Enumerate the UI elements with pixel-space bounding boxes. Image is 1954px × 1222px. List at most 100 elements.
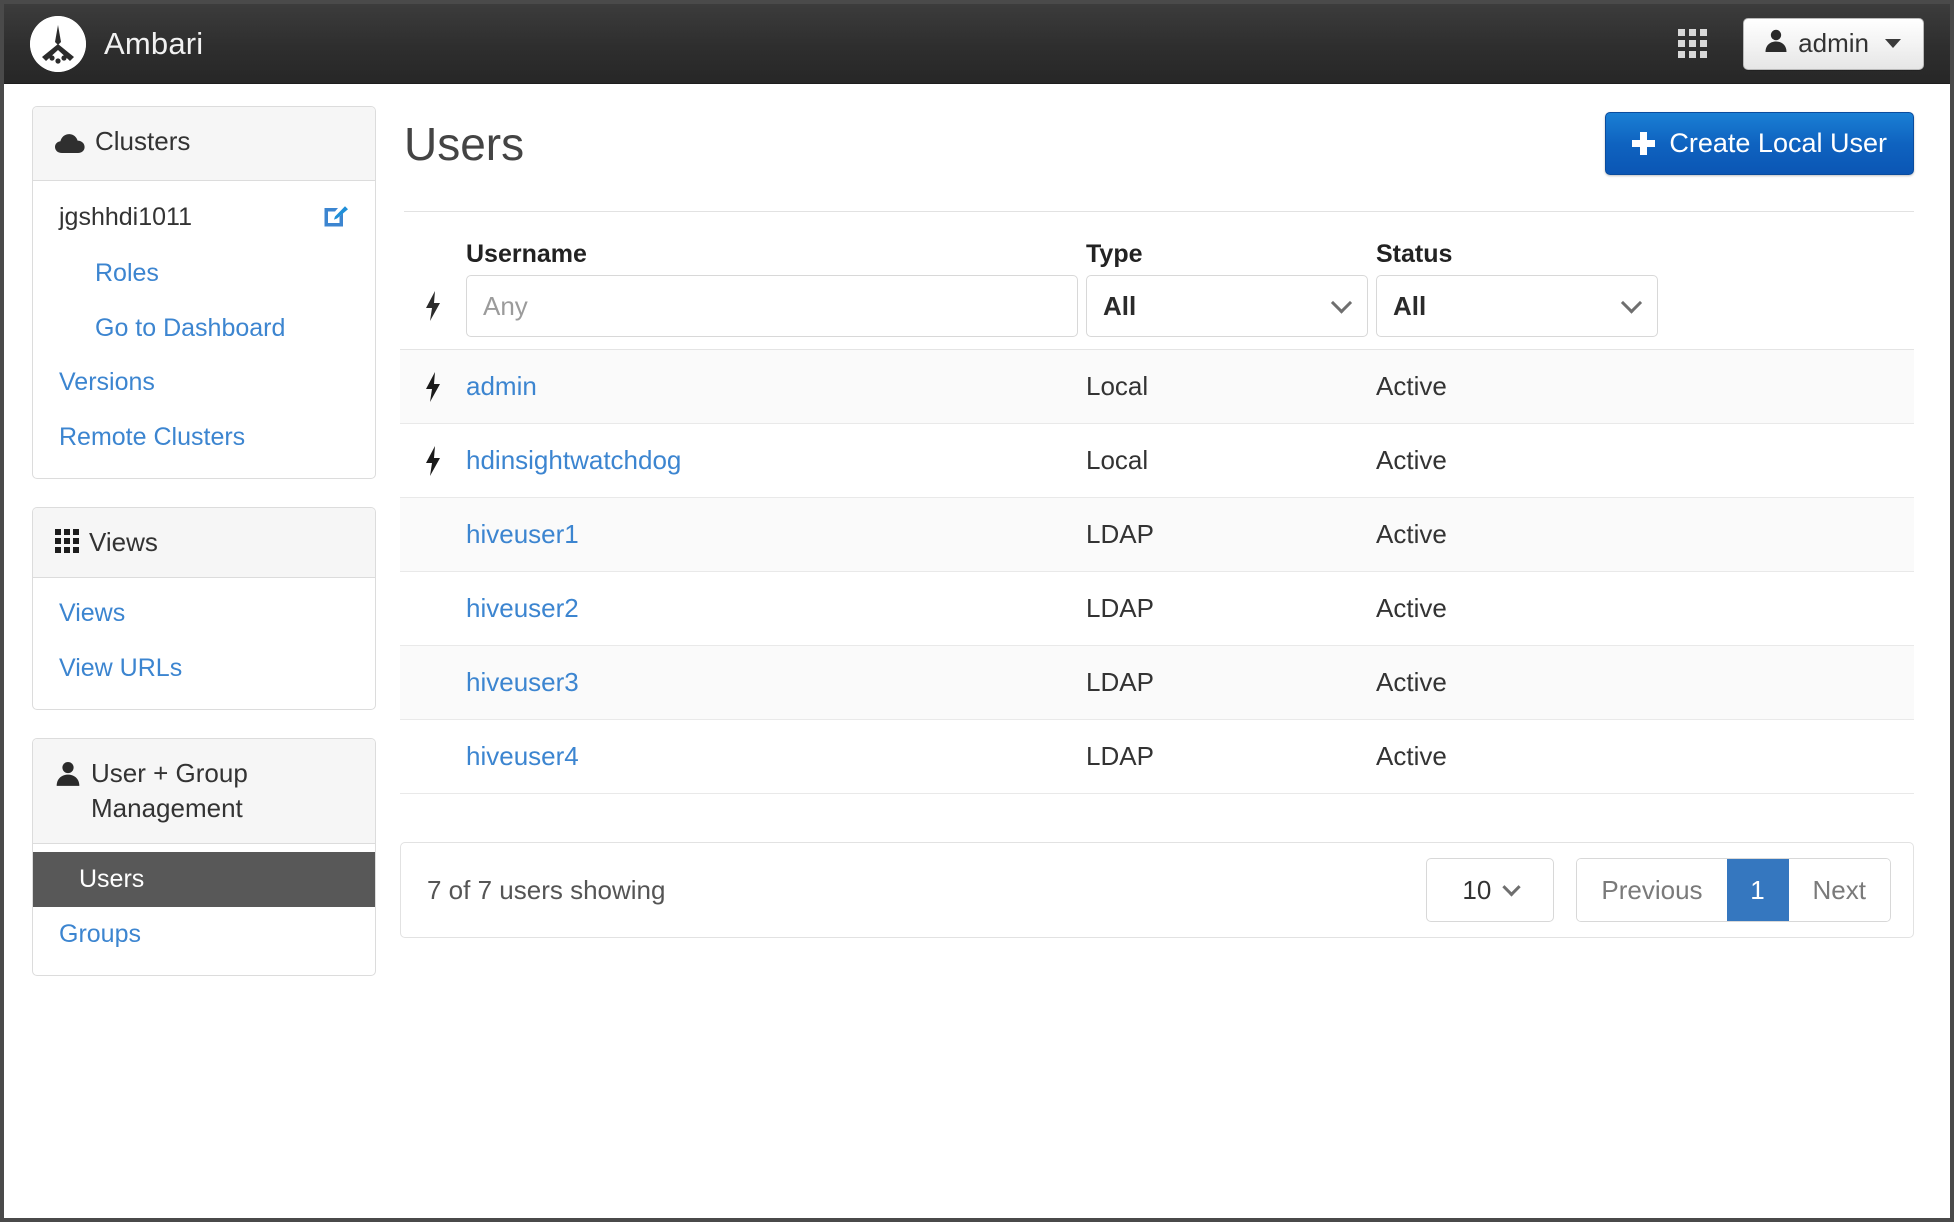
- users-table-head: Username Type Status Any All All: [400, 216, 1914, 350]
- sidebar-item-roles[interactable]: Roles: [33, 246, 375, 301]
- user-menu-button[interactable]: admin: [1743, 17, 1924, 70]
- row-username-cell: hiveuser4: [466, 720, 1086, 794]
- row-flash-cell: [400, 498, 466, 572]
- status-filter-select[interactable]: All: [1376, 275, 1658, 337]
- panel-title-user-group-management: User + Group Management: [91, 758, 248, 824]
- pagination-controls: 10 Previous 1 Next: [1426, 858, 1891, 922]
- sidebar-item-view-urls[interactable]: View URLs: [33, 641, 375, 696]
- row-type-cell: LDAP: [1086, 593, 1154, 623]
- previous-page-button[interactable]: Previous: [1577, 859, 1727, 921]
- panel-title-clusters: Clusters: [95, 126, 191, 156]
- edit-pencil-icon[interactable]: [321, 200, 351, 235]
- page-size-value: 10: [1462, 874, 1492, 905]
- row-flash-cell: [400, 720, 466, 794]
- sidebar-panel-user-group-management: User + Group Management Users Groups: [32, 738, 376, 977]
- row-status-cell: Active: [1376, 667, 1447, 697]
- row-flash-cell: [400, 572, 466, 646]
- panel-body-user-group-management: Users Groups: [33, 844, 375, 975]
- results-count-text: 7 of 7 users showing: [427, 874, 666, 905]
- user-icon: [1764, 28, 1788, 60]
- plus-icon: [1632, 132, 1656, 155]
- filter-type-cell: All: [1086, 275, 1376, 350]
- username-link[interactable]: hdinsightwatchdog: [466, 445, 681, 475]
- row-status-cell: Active: [1376, 371, 1447, 401]
- username-link[interactable]: hiveuser4: [466, 741, 579, 771]
- sidebar-panel-clusters: Clusters jgshhdi1011 Roles Go to Dashboa…: [32, 106, 376, 480]
- sidebar-item-views[interactable]: Views: [33, 586, 375, 641]
- column-header-type: Type: [1086, 240, 1143, 268]
- flash-icon: [426, 291, 440, 321]
- users-table-body: admin Local Active hdinsightwatchdog Loc…: [400, 349, 1914, 794]
- main-content: Users Create Local User Username Type St: [400, 106, 1928, 938]
- row-type-cell: LDAP: [1086, 741, 1154, 771]
- column-header-flash: [400, 216, 466, 275]
- column-header-status: Status: [1376, 240, 1453, 268]
- chevron-down-icon: [1502, 877, 1522, 896]
- column-header-username: Username: [466, 240, 587, 268]
- username-link[interactable]: admin: [466, 371, 537, 401]
- row-username-cell: admin: [466, 350, 1086, 424]
- row-flash-cell: [400, 424, 466, 498]
- panel-title-views: Views: [89, 527, 158, 558]
- row-username-cell: hiveuser2: [466, 572, 1086, 646]
- flash-icon: [426, 445, 440, 476]
- table-row[interactable]: hiveuser1 LDAP Active: [400, 497, 1914, 572]
- row-status-cell: Active: [1376, 593, 1447, 623]
- table-row[interactable]: admin Local Active: [400, 349, 1914, 424]
- column-header-row: Username Type Status: [400, 216, 1914, 275]
- ambari-logo-icon: [30, 15, 86, 72]
- sidebar-panel-views: Views Views View URLs: [32, 507, 376, 711]
- top-navbar: Ambari admin: [4, 4, 1950, 84]
- cloud-icon: [55, 128, 85, 163]
- views-grid-icon: [55, 529, 79, 554]
- panel-header-views: Views: [33, 508, 375, 579]
- screenshot-frame: Ambari admin Clusters jgshhdi1011 Roles …: [0, 0, 1954, 1222]
- sidebar-item-versions[interactable]: Versions: [33, 355, 375, 410]
- table-row[interactable]: hiveuser3 LDAP Active: [400, 645, 1914, 720]
- row-type-cell: LDAP: [1086, 519, 1154, 549]
- page-title: Users: [404, 117, 525, 170]
- page-body: Clusters jgshhdi1011 Roles Go to Dashboa…: [4, 84, 1950, 1218]
- user-icon: [55, 760, 81, 796]
- sidebar-item-remote-clusters[interactable]: Remote Clusters: [33, 410, 375, 465]
- filter-status-cell: All: [1376, 275, 1914, 350]
- header-divider: [404, 211, 1914, 212]
- type-filter-select[interactable]: All: [1086, 275, 1368, 337]
- username-link[interactable]: hiveuser3: [466, 667, 579, 697]
- table-row[interactable]: hiveuser4 LDAP Active: [400, 720, 1914, 794]
- search-input[interactable]: [466, 275, 1078, 337]
- users-table: Username Type Status Any All All admin L…: [400, 216, 1914, 794]
- panel-header-clusters: Clusters: [33, 107, 375, 182]
- username-link[interactable]: hiveuser2: [466, 593, 579, 623]
- row-type-cell: Local: [1086, 371, 1149, 401]
- caret-down-icon: [1885, 39, 1901, 48]
- next-page-button[interactable]: Next: [1788, 859, 1890, 921]
- row-status-cell: Active: [1376, 519, 1447, 549]
- sidebar-item-groups[interactable]: Groups: [33, 907, 375, 962]
- row-status-cell: Active: [1376, 445, 1447, 475]
- cluster-row: jgshhdi1011: [33, 189, 375, 246]
- row-flash-cell: [400, 350, 466, 424]
- panel-header-user-group-management: User + Group Management: [33, 739, 375, 845]
- sidebar-item-users[interactable]: Users: [33, 852, 375, 907]
- sidebar-item-go-to-dashboard[interactable]: Go to Dashboard: [33, 301, 375, 356]
- username-link[interactable]: hiveuser1: [466, 519, 579, 549]
- navbar-right: admin: [1676, 17, 1924, 70]
- panel-body-clusters: jgshhdi1011 Roles Go to Dashboard Versio…: [33, 181, 375, 478]
- cluster-name: jgshhdi1011: [59, 203, 192, 232]
- row-username-cell: hiveuser1: [466, 498, 1086, 572]
- brand[interactable]: Ambari: [30, 15, 203, 72]
- pager: Previous 1 Next: [1576, 858, 1891, 922]
- filter-row: All All: [400, 275, 1914, 350]
- table-row[interactable]: hdinsightwatchdog Local Active: [400, 424, 1914, 498]
- page-size-select[interactable]: 10: [1426, 858, 1555, 922]
- page-number-1-button[interactable]: 1: [1726, 859, 1789, 921]
- chevron-down-icon: [1620, 292, 1643, 314]
- flash-icon: [426, 371, 440, 402]
- create-local-user-button[interactable]: Create Local User: [1605, 112, 1914, 175]
- table-row[interactable]: hiveuser2 LDAP Active: [400, 572, 1914, 646]
- row-type-cell: Local: [1086, 445, 1149, 475]
- row-username-cell: hdinsightwatchdog: [466, 424, 1086, 498]
- apps-grid-icon[interactable]: [1676, 27, 1709, 60]
- chevron-down-icon: [1330, 292, 1353, 314]
